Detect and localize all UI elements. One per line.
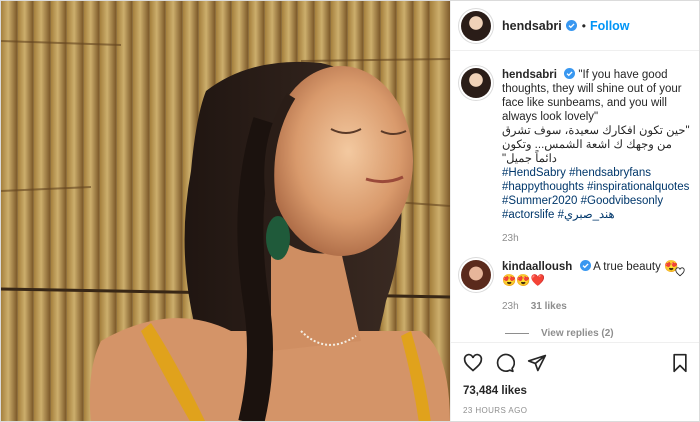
comment-text: A true beauty 😍 bbox=[593, 261, 679, 273]
hashtag-link[interactable]: #happythoughts bbox=[502, 181, 584, 193]
comment-item: kindaalloush A true beauty 😍 😍😍❤️ 23h 31… bbox=[461, 260, 690, 314]
comment-time[interactable]: 23h bbox=[502, 300, 519, 314]
author-username[interactable]: hendsabri bbox=[502, 19, 562, 33]
comment-likes[interactable]: 31 likes bbox=[531, 300, 567, 314]
comments-list: hendsabri "If you have good thoughts, th… bbox=[451, 52, 699, 342]
commenter-avatar[interactable] bbox=[461, 260, 491, 290]
bookmark-icon[interactable] bbox=[670, 353, 690, 373]
caption-username[interactable]: hendsabri bbox=[502, 69, 557, 81]
header-separator: • bbox=[581, 18, 586, 33]
post-photo[interactable] bbox=[1, 1, 450, 421]
action-icons bbox=[463, 351, 690, 375]
commenter-username[interactable]: kindaalloush bbox=[502, 261, 572, 273]
hashtag-link[interactable]: #هند_صبري bbox=[558, 209, 615, 221]
comment-icon[interactable] bbox=[495, 353, 515, 373]
verified-badge-icon bbox=[565, 20, 577, 31]
photo-illustration bbox=[1, 1, 450, 421]
caption: hendsabri "If you have good thoughts, th… bbox=[461, 68, 690, 246]
caption-time[interactable]: 23h bbox=[502, 232, 519, 246]
small-heart-icon[interactable] bbox=[675, 267, 685, 277]
post-header: hendsabri • Follow bbox=[451, 1, 699, 51]
caption-arabic: "حين تكون افكارك سعيدة، سوف تشرق من وجهك… bbox=[502, 125, 690, 165]
share-icon[interactable] bbox=[527, 353, 547, 373]
post-timestamp[interactable]: 23 HOURS AGO bbox=[463, 406, 690, 415]
view-replies-label: View replies (2) bbox=[541, 328, 614, 339]
caption-avatar[interactable] bbox=[461, 68, 491, 98]
view-replies-button[interactable]: View replies (2) bbox=[505, 328, 690, 339]
heart-icon[interactable] bbox=[463, 353, 483, 373]
hashtag-link[interactable]: #inspirationalquotes bbox=[587, 181, 689, 193]
verified-badge-icon bbox=[564, 68, 576, 79]
hashtag-list: #HendSabry #hendsabryfans #happythoughts… bbox=[502, 166, 690, 222]
likes-count[interactable]: 73,484 likes bbox=[463, 385, 690, 397]
hashtag-link[interactable]: #HendSabry bbox=[502, 167, 566, 179]
comment-meta: 23h 31 likes bbox=[502, 300, 690, 314]
replies-line bbox=[505, 333, 529, 334]
follow-button[interactable]: Follow bbox=[590, 19, 630, 33]
hashtag-link[interactable]: #Summer2020 bbox=[502, 195, 577, 207]
hashtag-link[interactable]: #actorslife bbox=[502, 209, 554, 221]
caption-body: hendsabri "If you have good thoughts, th… bbox=[502, 68, 690, 246]
caption-meta: 23h bbox=[502, 232, 690, 246]
post-actions: 73,484 likes 23 HOURS AGO bbox=[451, 342, 699, 421]
verified-badge-icon bbox=[579, 260, 591, 271]
author-avatar[interactable] bbox=[461, 10, 491, 41]
post-side-panel: hendsabri • Follow hendsabri "If you hav… bbox=[450, 1, 699, 421]
hashtag-link[interactable]: #hendsabryfans bbox=[569, 167, 651, 179]
comment-body: kindaalloush A true beauty 😍 😍😍❤️ 23h 31… bbox=[502, 260, 690, 314]
instagram-post-modal: hendsabri • Follow hendsabri "If you hav… bbox=[0, 0, 700, 422]
comment-emoji: 😍😍❤️ bbox=[502, 275, 545, 287]
hashtag-link[interactable]: #Goodvibesonly bbox=[581, 195, 663, 207]
